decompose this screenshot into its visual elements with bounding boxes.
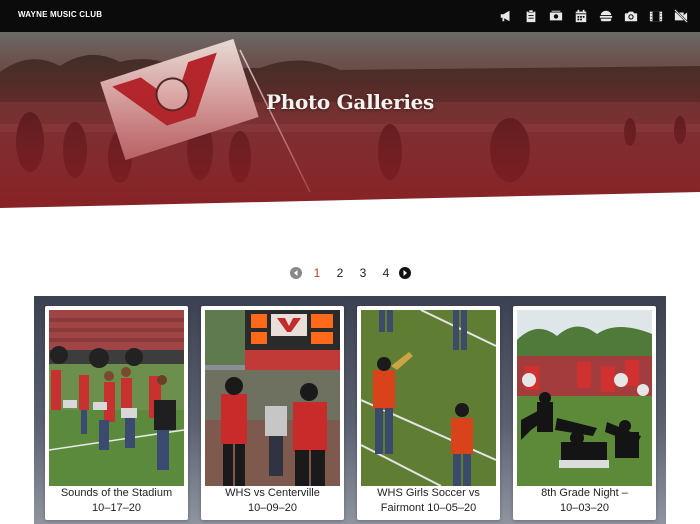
gallery-caption[interactable]: WHS vs Centerville 10–09–20	[201, 486, 344, 516]
top-nav: WAYNE MUSIC CLUB	[0, 0, 700, 32]
gallery-title: WHS Girls Soccer vs	[377, 487, 480, 499]
gallery-thumbnail[interactable]	[49, 310, 184, 486]
hero-banner: Photo Galleries	[0, 32, 700, 214]
next-page-icon[interactable]	[399, 267, 411, 279]
gallery-thumbnail[interactable]	[517, 310, 652, 486]
calendar-icon[interactable]	[574, 7, 588, 24]
gallery-date: Fairmont 10–05–20	[380, 502, 477, 514]
gallery-title: Sounds of the Stadium	[60, 487, 173, 499]
gallery-caption[interactable]: 8th Grade Night – 10–03–20	[513, 486, 656, 516]
gallery-grid: Sounds of the Stadium 10–17–20 WHS vs Ce…	[34, 296, 666, 524]
gallery-date: 10–03–20	[560, 502, 609, 514]
no-video-icon[interactable]	[674, 7, 688, 24]
gallery-caption[interactable]: WHS Girls Soccer vs Fairmont 10–05–20	[357, 486, 500, 516]
gallery-card[interactable]: 8th Grade Night – 10–03–20	[513, 306, 656, 520]
page-title: Photo Galleries	[265, 90, 435, 114]
page-link-2[interactable]: 2	[335, 266, 345, 280]
gallery-card[interactable]: WHS vs Centerville 10–09–20	[201, 306, 344, 520]
cash-icon[interactable]	[549, 7, 563, 24]
gallery-thumbnail[interactable]	[205, 310, 340, 486]
gallery-title: 8th Grade Night –	[541, 487, 628, 499]
gallery-caption[interactable]: Sounds of the Stadium 10–17–20	[45, 486, 188, 516]
nav-icons	[499, 7, 688, 24]
camera-icon[interactable]	[624, 7, 638, 24]
gallery-card[interactable]: WHS Girls Soccer vs Fairmont 10–05–20	[357, 306, 500, 520]
gallery-title: WHS vs Centerville	[225, 487, 320, 499]
hero-photo	[0, 32, 700, 214]
gallery-card[interactable]: Sounds of the Stadium 10–17–20	[45, 306, 188, 520]
page-link-4[interactable]: 4	[381, 266, 391, 280]
film-icon[interactable]	[649, 7, 663, 24]
megaphone-icon[interactable]	[499, 7, 513, 24]
gallery-thumbnail[interactable]	[361, 310, 496, 486]
burger-icon[interactable]	[599, 7, 613, 24]
page-link-1[interactable]: 1	[312, 266, 322, 280]
page-link-3[interactable]: 3	[358, 266, 368, 280]
prev-page-icon[interactable]	[290, 267, 302, 279]
pagination: 1 2 3 4	[290, 266, 411, 280]
gallery-date: 10–09–20	[248, 502, 297, 514]
gallery-date: 10–17–20	[92, 502, 141, 514]
site-brand[interactable]: WAYNE MUSIC CLUB	[18, 10, 102, 19]
clipboard-icon[interactable]	[524, 7, 538, 24]
